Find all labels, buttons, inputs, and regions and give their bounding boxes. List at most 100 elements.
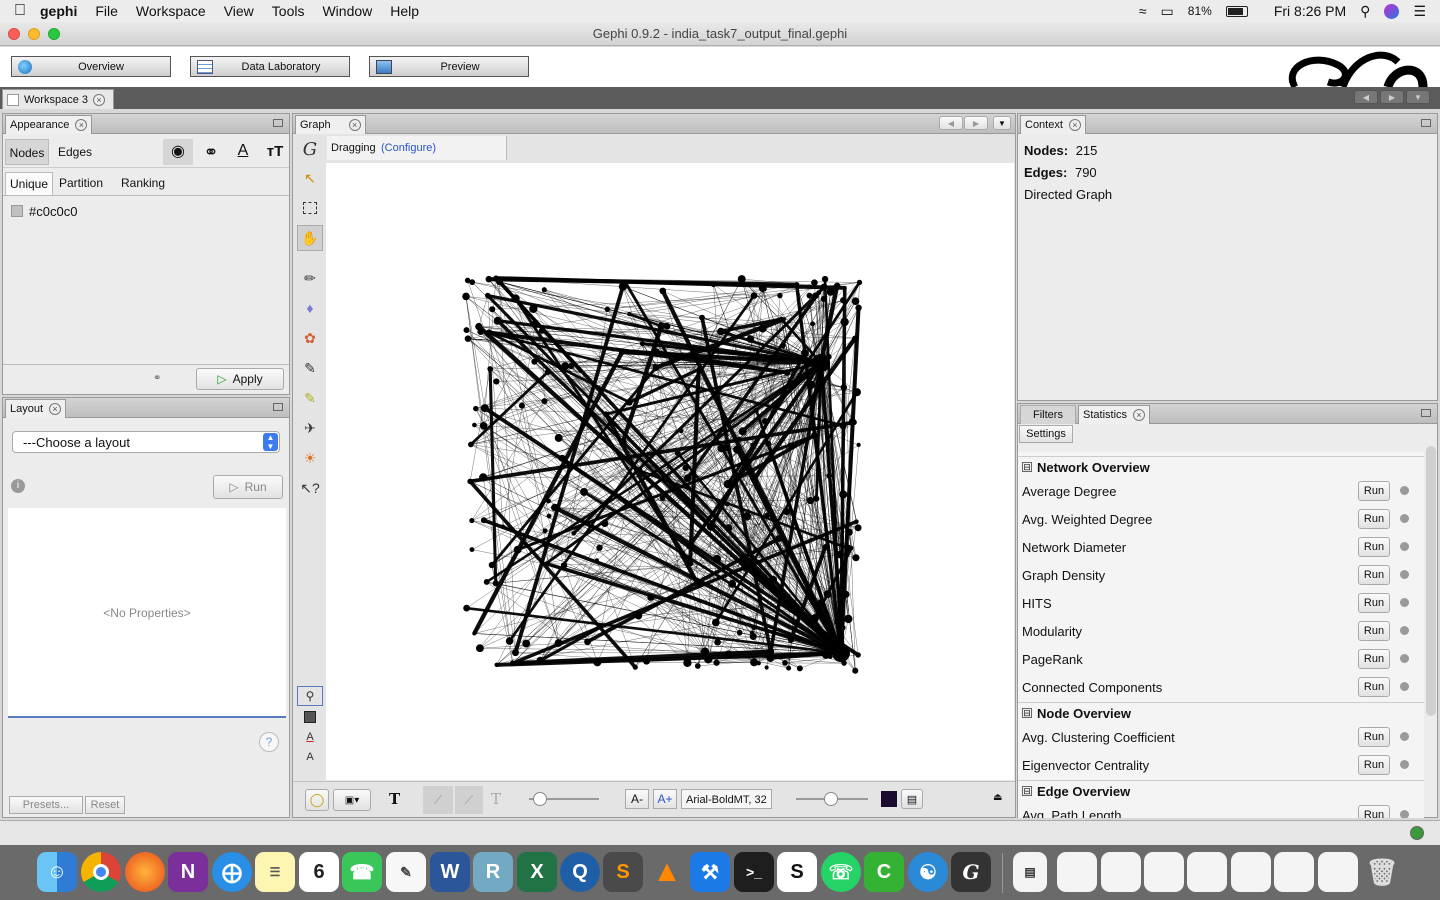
graph-node[interactable] xyxy=(511,294,520,303)
graph-node[interactable] xyxy=(529,304,538,313)
notification-center-icon[interactable]: ☰ xyxy=(1413,3,1426,20)
drag-hand-icon[interactable]: ✋ xyxy=(297,225,323,251)
graph-node[interactable] xyxy=(840,624,846,631)
graph-node[interactable] xyxy=(738,427,747,436)
reset-button[interactable]: Reset xyxy=(85,796,125,814)
label-color-icon[interactable]: A xyxy=(229,139,257,165)
close-graph-icon[interactable]: × xyxy=(348,119,361,131)
stats-report-icon[interactable] xyxy=(1400,626,1409,635)
graph-node[interactable] xyxy=(736,436,741,441)
graph-node[interactable] xyxy=(551,503,559,512)
graph-node[interactable] xyxy=(749,633,757,641)
download-thumb-4[interactable] xyxy=(1187,852,1227,892)
close-context-icon[interactable]: × xyxy=(1068,119,1081,131)
graph-next-button[interactable]: ▶ xyxy=(964,116,988,130)
menu-file[interactable]: File xyxy=(95,3,118,19)
label-size-slider[interactable] xyxy=(796,792,868,806)
graph-node[interactable] xyxy=(777,292,783,299)
finder-icon[interactable]: ☺ xyxy=(37,852,77,892)
graph-node[interactable] xyxy=(820,295,827,302)
stats-run-button[interactable]: Run xyxy=(1358,481,1390,501)
graph-node[interactable] xyxy=(694,663,701,669)
graph-node[interactable] xyxy=(842,590,850,598)
graph-node[interactable] xyxy=(542,541,550,548)
graph-node[interactable] xyxy=(618,438,627,447)
background-color-icon[interactable] xyxy=(297,708,323,726)
graph-node[interactable] xyxy=(725,524,733,532)
graph-node[interactable] xyxy=(544,369,551,375)
terminal-icon[interactable]: >_ xyxy=(734,852,774,892)
stats-run-button[interactable]: Run xyxy=(1358,509,1390,529)
graph-node[interactable] xyxy=(648,496,655,502)
graph-node[interactable] xyxy=(710,281,717,288)
close-statistics-icon[interactable]: × xyxy=(1133,409,1146,421)
download-thumb-6[interactable] xyxy=(1274,852,1314,892)
apply-button[interactable]: ▷ Apply xyxy=(196,368,284,390)
gephi-g-icon[interactable]: G xyxy=(297,136,323,162)
collapse-icon[interactable]: ⊟ xyxy=(1022,786,1032,796)
graph-node[interactable] xyxy=(822,650,831,659)
graph-node[interactable] xyxy=(764,512,770,519)
info-icon[interactable]: i xyxy=(11,479,25,493)
graph-node[interactable] xyxy=(787,442,795,450)
graph-node[interactable] xyxy=(822,544,829,550)
graph-node[interactable] xyxy=(464,277,471,284)
textedit-icon[interactable]: ✎ xyxy=(386,852,426,892)
graph-node[interactable] xyxy=(554,433,563,442)
edge-labels-icon[interactable]: T xyxy=(491,790,501,808)
graph-node[interactable] xyxy=(717,444,726,453)
graph-node[interactable] xyxy=(686,543,693,550)
stats-report-icon[interactable] xyxy=(1400,654,1409,663)
graph-node[interactable] xyxy=(750,477,757,483)
graph-node[interactable] xyxy=(495,278,504,286)
graph-node[interactable] xyxy=(811,279,818,287)
graph-node[interactable] xyxy=(580,488,588,496)
close-workspace-icon[interactable]: × xyxy=(93,93,105,106)
graph-node[interactable] xyxy=(817,598,825,607)
edge-color-icon[interactable]: ⟋ xyxy=(455,786,483,814)
graph-node[interactable] xyxy=(659,495,666,501)
graph-node[interactable] xyxy=(472,631,477,636)
context-tab[interactable]: Context × xyxy=(1020,115,1086,134)
gephi-dock-icon[interactable]: G xyxy=(951,852,991,892)
trash-icon[interactable]: 🗑 xyxy=(1362,852,1402,892)
presets-button[interactable]: Presets... xyxy=(9,796,83,814)
graph-node[interactable] xyxy=(717,327,725,336)
graph-node[interactable] xyxy=(634,611,643,620)
graph-node[interactable] xyxy=(769,575,778,584)
graph-node[interactable] xyxy=(723,480,732,489)
graph-node[interactable] xyxy=(463,327,470,334)
graph-node[interactable] xyxy=(712,554,722,564)
graph-node[interactable] xyxy=(783,508,791,516)
graph-node[interactable] xyxy=(801,349,809,358)
graph-node[interactable] xyxy=(833,282,841,290)
graph-node[interactable] xyxy=(512,649,519,657)
graph-node[interactable] xyxy=(601,436,606,441)
graph-node[interactable] xyxy=(493,378,500,385)
graph-node[interactable] xyxy=(766,654,775,662)
graph-node[interactable] xyxy=(538,327,545,334)
tab-unique[interactable]: Unique xyxy=(5,172,53,195)
graph-node[interactable] xyxy=(855,304,862,311)
graph-node[interactable] xyxy=(820,283,828,291)
graph-node[interactable] xyxy=(596,544,603,551)
graph-node[interactable] xyxy=(479,473,488,482)
data-laboratory-button[interactable]: Data Laboratory xyxy=(190,56,350,77)
graph-node[interactable] xyxy=(728,579,737,588)
graph-node[interactable] xyxy=(836,550,845,559)
graph-node[interactable] xyxy=(462,292,470,301)
graph-canvas[interactable] xyxy=(326,163,1014,780)
graph-node[interactable] xyxy=(561,362,570,371)
graph-node[interactable] xyxy=(737,275,746,284)
graph-node[interactable] xyxy=(599,624,604,629)
graph-hub-node[interactable] xyxy=(812,354,830,372)
graph-node[interactable] xyxy=(761,418,769,425)
shortest-path-icon[interactable]: ✈ xyxy=(297,415,323,441)
graph-node[interactable] xyxy=(699,314,705,321)
graph-node[interactable] xyxy=(714,638,721,646)
graph-node[interactable] xyxy=(522,639,531,648)
graph-node[interactable] xyxy=(796,665,803,672)
graph-node[interactable] xyxy=(783,369,791,376)
graph-node[interactable] xyxy=(852,388,861,397)
sketch-icon[interactable]: S xyxy=(777,852,817,892)
